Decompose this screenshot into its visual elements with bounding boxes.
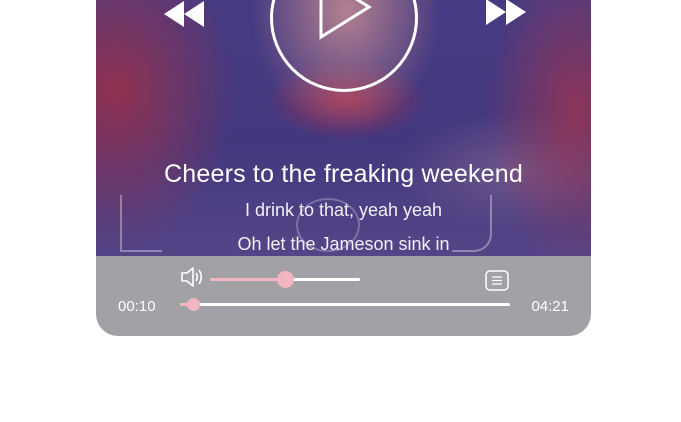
music-player: Cheers to the freaking weekend I drink t…: [96, 0, 591, 336]
play-icon: [319, 0, 372, 40]
lyric-current-line: Cheers to the freaking weekend: [164, 160, 523, 188]
lyrics-toggle-button[interactable]: [485, 270, 509, 296]
volume-button[interactable]: [180, 266, 204, 293]
current-time: 00:10: [118, 298, 156, 315]
rewind-button[interactable]: [164, 1, 204, 27]
play-button[interactable]: [270, 0, 418, 92]
total-time: 04:21: [531, 298, 569, 315]
rewind-icon: [164, 1, 204, 27]
lyrics-list-icon: [485, 270, 509, 291]
volume-icon: [181, 267, 203, 287]
volume-slider[interactable]: [210, 271, 360, 288]
lyric-following-line: Oh let the Jameson sink in: [237, 234, 450, 254]
volume-slider-thumb[interactable]: [277, 271, 294, 288]
fast-forward-icon: [486, 0, 526, 25]
progress-bar-thumb[interactable]: [187, 298, 201, 311]
playback-bar: 00:10 04:21: [96, 256, 591, 336]
fast-forward-button[interactable]: [486, 0, 526, 25]
lyric-next-line: I drink to that, yeah yeah: [244, 200, 443, 220]
progress-bar[interactable]: [180, 298, 510, 311]
volume-slider-fill: [210, 278, 285, 281]
